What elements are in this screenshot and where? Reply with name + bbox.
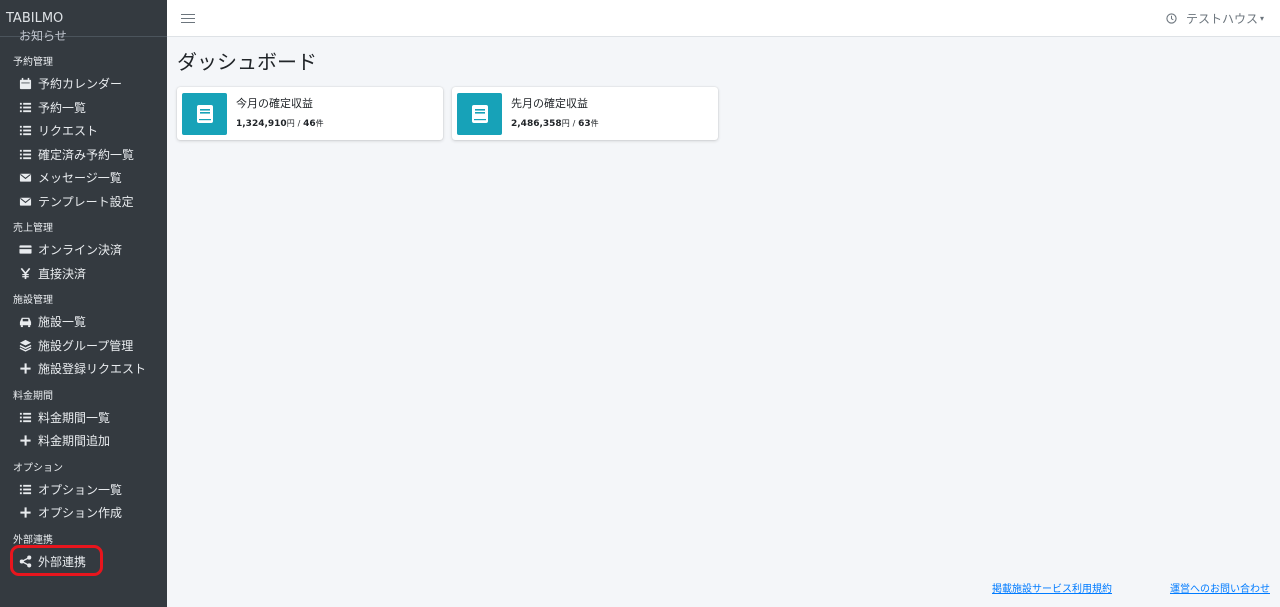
book-icon: [457, 92, 502, 135]
sidebar-item-label: 料金期間一覧: [38, 410, 111, 425]
clock-icon: [1166, 13, 1177, 24]
calendar-icon: [19, 77, 32, 90]
sidebar-item-label: 施設一覧: [38, 315, 87, 330]
nav-section: 売上管理オンライン決済 直接決済: [0, 222, 167, 285]
sidebar-item-label: オンライン決済: [38, 243, 123, 258]
sidebar-item-label: 確定済み予約一覧: [38, 147, 135, 162]
envelope-icon: [19, 195, 32, 208]
chevron-down-icon: ▾: [1259, 14, 1264, 23]
contact-support-link[interactable]: 運営へのお問い合わせ: [1170, 580, 1270, 595]
nav-section-title: 料金期間: [13, 390, 53, 402]
nav-section: オプションオプション一覧 オプション作成: [0, 462, 167, 525]
nav-section: 予約管理予約カレンダー 予約一覧リクエスト確定済み予約一覧 メッセージ一覧 テンプレー…: [0, 56, 167, 213]
terms-of-service-link[interactable]: 掲載施設サービス利用規約: [992, 580, 1112, 595]
share-icon: [19, 555, 32, 568]
sidebar-item[interactable]: 予約一覧: [0, 96, 167, 120]
sidebar: TABILMO お知らせ 予約管理 予約カレンダー 予約一覧 リクエスト 確定済み予約一…: [0, 0, 167, 607]
sidebar-item-label: オプション一覧: [38, 482, 123, 497]
nav-section: 施設管理施設一覧施設グループ管理 施設登録リクエスト: [0, 294, 167, 381]
sidebar-item[interactable]: オプション一覧: [0, 478, 167, 502]
sidebar-item-label: 料金期間追加: [38, 434, 111, 449]
sidebar-item[interactable]: 料金期間追加: [0, 429, 167, 453]
page-title: ダッシュボード: [177, 50, 317, 74]
sidebar-item[interactable]: 施設登録リクエスト: [0, 357, 167, 381]
card-label: 先月の確定収益: [511, 97, 588, 110]
sidebar-item[interactable]: オプション作成: [0, 501, 167, 525]
sidebar-item-label: 予約カレンダー: [38, 77, 123, 92]
sidebar-item-label: 直接決済: [38, 266, 87, 281]
nav-sections: 予約管理予約カレンダー 予約一覧リクエスト確定済み予約一覧 メッセージ一覧 テンプレー…: [0, 56, 167, 576]
sidebar-nav: お知らせ 予約管理予約カレンダー 予約一覧リクエスト確定済み予約一覧 メッセージ一覧…: [0, 29, 167, 576]
sidebar-item-label: 予約一覧: [38, 100, 87, 115]
sidebar-item[interactable]: 直接決済: [0, 262, 167, 286]
sidebar-item-label: メッセージ一覧: [38, 171, 122, 186]
sidebar-item-label: リクエスト: [38, 124, 99, 139]
layers-icon: [19, 339, 32, 352]
revenue-card-last-month: 先月の確定収益 2,486,358円 / 63件: [452, 87, 718, 140]
user-name: テストハウス: [1185, 12, 1258, 26]
sidebar-item[interactable]: 予約カレンダー: [0, 72, 167, 96]
sidebar-item[interactable]: メッセージ一覧: [0, 166, 167, 190]
sidebar-item[interactable]: オンライン決済: [0, 238, 167, 262]
nav-section-title: 売上管理: [13, 223, 53, 234]
main-content: ダッシュボード 今月の確定収益 1,324,910円 / 46件 先月の確定収益…: [167, 38, 1280, 607]
card-value: 1,324,910円 / 46件: [236, 119, 324, 129]
card-label: 今月の確定収益: [236, 97, 313, 110]
top-navbar: テストハウス ▾: [167, 0, 1280, 37]
sidebar-item-label: テンプレート設定: [38, 194, 134, 209]
envelope-icon: [19, 171, 32, 184]
hamburger-menu-icon[interactable]: [181, 11, 195, 25]
credit-card-icon: [19, 243, 32, 256]
sidebar-item[interactable]: 外部連携: [0, 544, 167, 576]
nav-section-title: 施設管理: [13, 295, 53, 306]
sidebar-item[interactable]: 料金期間一覧: [0, 406, 167, 430]
yen-icon: [19, 267, 32, 280]
sidebar-item-label: 施設グループ管理: [38, 338, 134, 353]
sidebar-item-label: 施設登録リクエスト: [38, 362, 147, 377]
nav-section-title: 予約管理: [13, 57, 53, 68]
user-menu[interactable]: テストハウス ▾: [1166, 10, 1264, 27]
sidebar-item-label: お知らせ: [19, 28, 67, 43]
nav-section-title: オプション: [13, 462, 63, 474]
list-icon: [19, 124, 32, 137]
plus-icon: [19, 434, 32, 447]
car-icon: [19, 315, 32, 328]
sidebar-item[interactable]: 施設一覧: [0, 310, 167, 334]
sidebar-item[interactable]: 施設グループ管理: [0, 334, 167, 358]
list-icon: [19, 101, 32, 114]
footer-links: 掲載施設サービス利用規約 運営へのお問い合わせ: [992, 580, 1270, 595]
book-icon: [182, 92, 227, 135]
sidebar-item[interactable]: テンプレート設定: [0, 190, 167, 214]
nav-section: 料金期間料金期間一覧 料金期間追加: [0, 390, 167, 453]
sidebar-item[interactable]: リクエスト: [0, 119, 167, 143]
list-icon: [19, 483, 32, 496]
sidebar-item-label: 外部連携: [38, 554, 87, 569]
list-icon: [19, 148, 32, 161]
nav-section-title: 外部連携: [13, 534, 53, 546]
list-icon: [19, 411, 32, 424]
revenue-card-this-month: 今月の確定収益 1,324,910円 / 46件: [177, 87, 443, 140]
sidebar-item-news[interactable]: お知らせ: [19, 25, 67, 45]
nav-section: 外部連携 外部連携: [0, 534, 167, 576]
card-value: 2,486,358円 / 63件: [511, 119, 599, 129]
plus-icon: [19, 506, 32, 519]
plus-icon: [19, 362, 32, 375]
sidebar-item[interactable]: 確定済み予約一覧: [0, 143, 167, 167]
sidebar-item-label: オプション作成: [38, 506, 123, 521]
